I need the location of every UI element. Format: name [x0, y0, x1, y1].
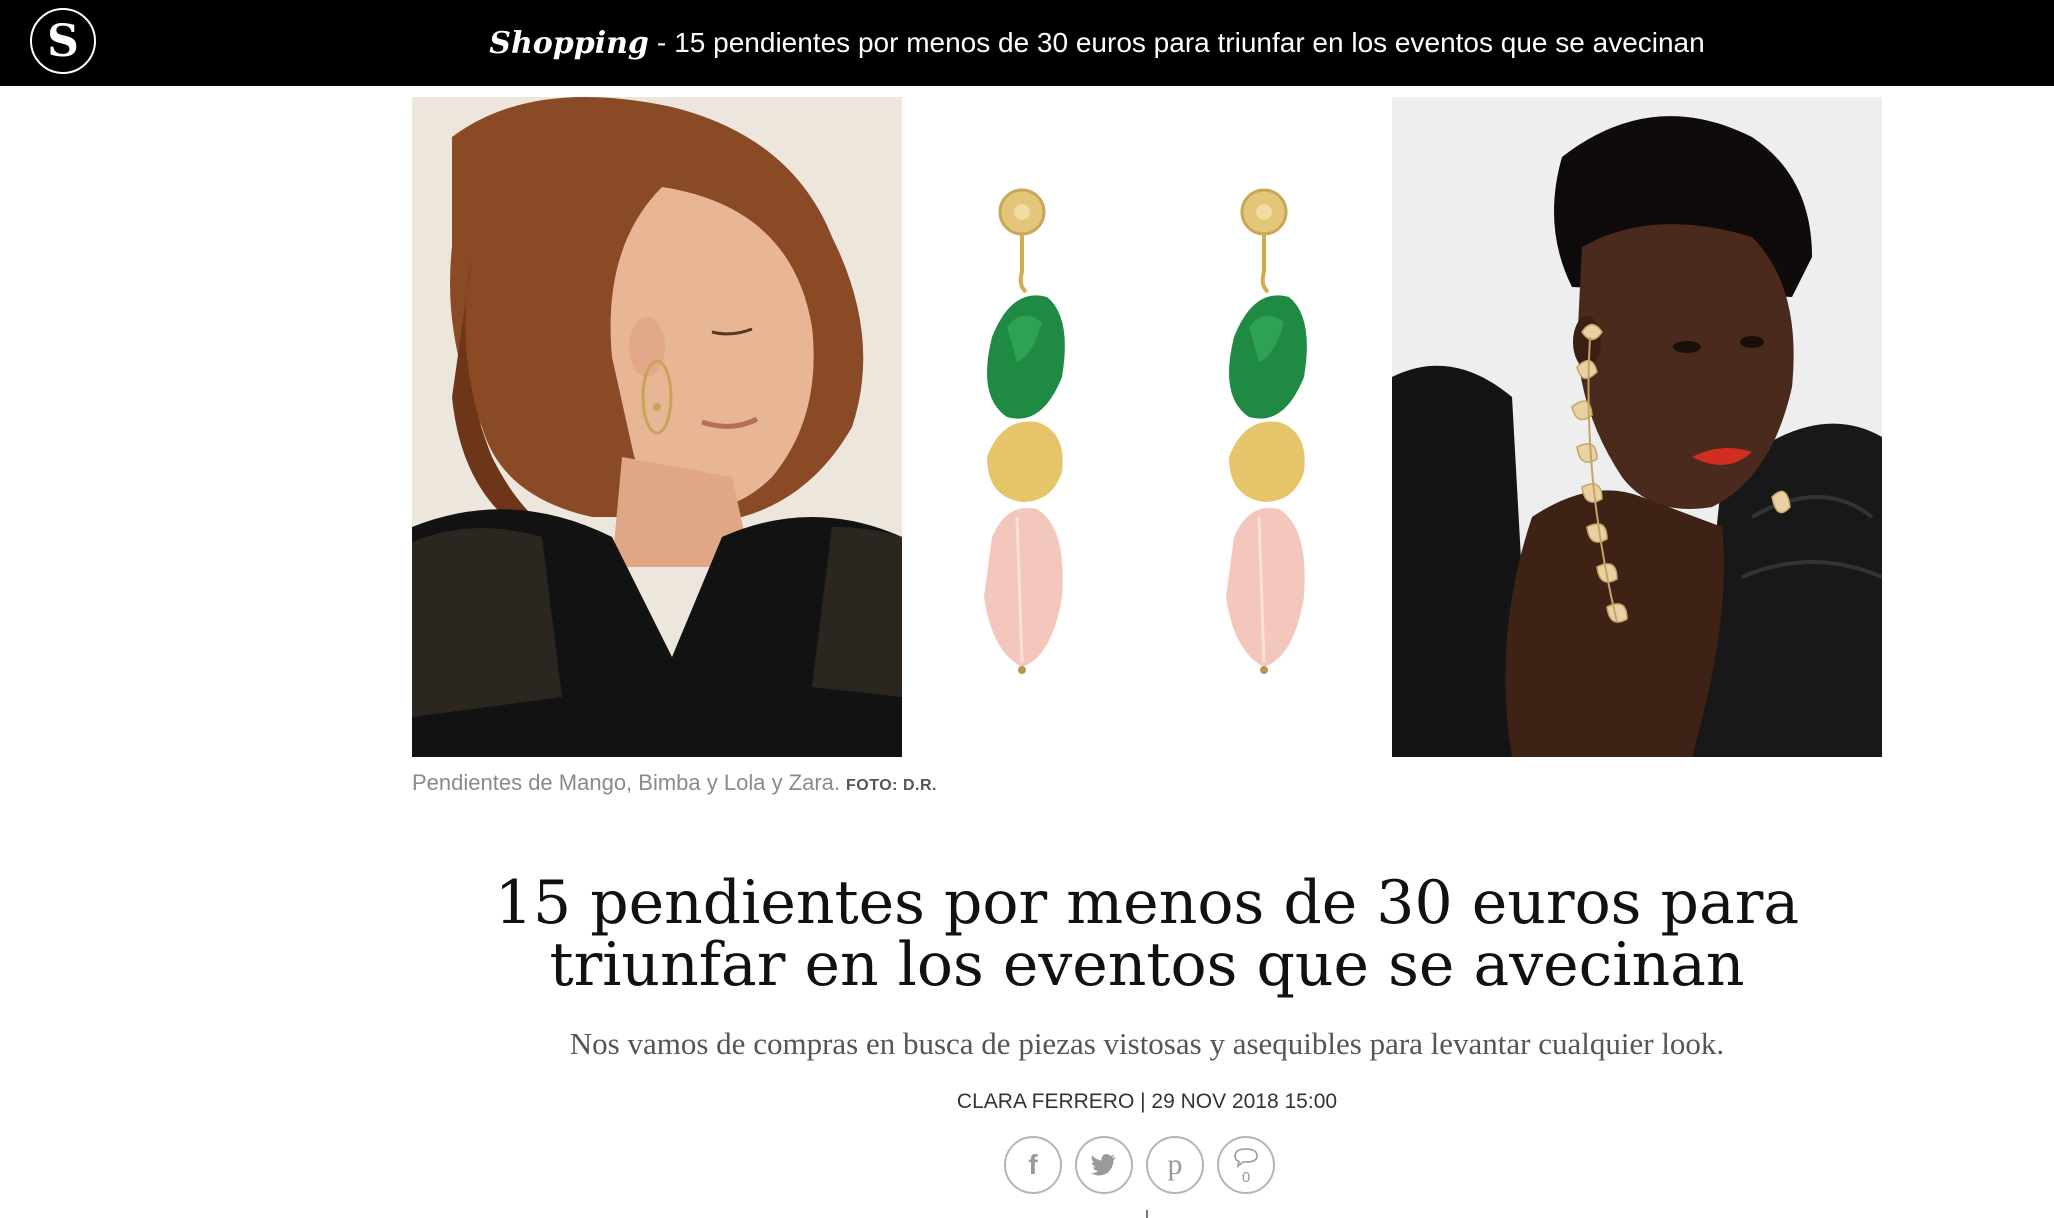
comments-button[interactable]: 0	[1217, 1136, 1275, 1194]
scroll-indicator	[1146, 1210, 1148, 1218]
sticky-headline: Shopping - 15 pendientes por menos de 30…	[0, 0, 2054, 86]
speech-bubble-icon	[1234, 1148, 1258, 1168]
facebook-share-button[interactable]: f	[1004, 1136, 1062, 1194]
hero-photo-woman-left	[412, 97, 902, 757]
article-title: 15 pendientes por menos de 30 euros para…	[494, 868, 1800, 1000]
pinterest-share-button[interactable]: p	[1146, 1136, 1204, 1194]
caption-text: Pendientes de Mango, Bimba y Lola y Zara…	[412, 770, 841, 795]
hero-photo-woman-right	[1392, 97, 1882, 757]
article-byline: CLARA FERRERO | 29 NOV 2018 15:00	[956, 1090, 1338, 1113]
share-buttons: f p 0	[1004, 1136, 1275, 1194]
twitter-icon	[1091, 1154, 1116, 1176]
hero-photo-earrings	[902, 97, 1392, 757]
comments-count: 0	[1241, 1169, 1251, 1186]
pinterest-icon: p	[1167, 1148, 1183, 1181]
headline-separator: -	[656, 27, 667, 58]
sticky-headline-text: 15 pendientes por menos de 30 euros para…	[674, 27, 1705, 58]
article-subtitle: Nos vamos de compras en busca de piezas …	[569, 1026, 1725, 1061]
twitter-share-button[interactable]	[1075, 1136, 1133, 1194]
section-label[interactable]: Shopping	[489, 26, 649, 61]
facebook-icon: f	[1028, 1149, 1038, 1180]
photo-caption: Pendientes de Mango, Bimba y Lola y Zara…	[412, 770, 937, 796]
photo-credit: FOTO: D.R.	[846, 777, 937, 794]
